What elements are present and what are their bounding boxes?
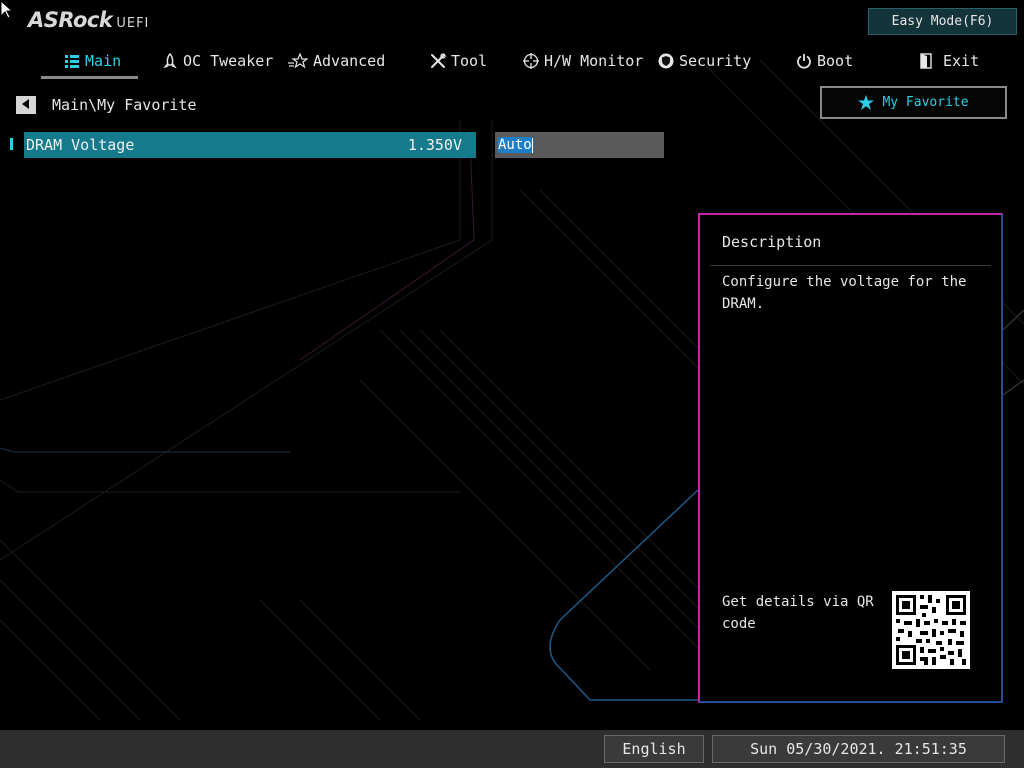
- description-text: Configure the voltage for the DRAM.: [722, 274, 967, 312]
- setting-row-dram-voltage[interactable]: DRAM Voltage 1.350V: [24, 132, 476, 158]
- star-icon: [858, 95, 875, 110]
- logo-uefi-text: UEFI: [116, 16, 150, 31]
- power-icon: [796, 53, 812, 69]
- tab-label: H/W Monitor: [544, 52, 644, 70]
- description-title: Description: [722, 233, 822, 251]
- my-favorite-label: My Favorite: [882, 95, 969, 110]
- asrock-logo: ASRock UEFI: [28, 8, 149, 36]
- shield-icon: [658, 53, 674, 69]
- tab-security[interactable]: Security: [658, 48, 751, 74]
- tab-exit[interactable]: Exit: [918, 48, 979, 74]
- input-selected-text: Auto: [498, 137, 532, 153]
- exit-door-icon: [918, 53, 934, 69]
- description-divider: [710, 265, 991, 266]
- tab-label: Boot: [817, 52, 854, 70]
- tab-label: Security: [679, 52, 752, 70]
- rocket-icon: [162, 53, 178, 69]
- language-button[interactable]: English: [604, 735, 704, 763]
- tab-label: Exit: [943, 52, 980, 70]
- datetime-display: Sun 05/30/2021. 21:51:35: [712, 735, 1005, 763]
- qr-hint-text: Get details via QR code: [722, 594, 874, 632]
- easy-mode-button[interactable]: Easy Mode(F6): [868, 8, 1017, 35]
- tab-oc-tweaker[interactable]: OC Tweaker: [162, 48, 273, 74]
- mouse-cursor: [0, 0, 14, 19]
- description-panel: Description Configure the voltage for th…: [698, 213, 1003, 703]
- tab-label: OC Tweaker: [183, 52, 274, 70]
- arrow-left-icon: [22, 97, 30, 113]
- setting-current-value: 1.350V: [407, 136, 462, 154]
- qr-code-icon: [892, 591, 970, 669]
- back-button[interactable]: [16, 96, 36, 114]
- tab-tool[interactable]: Tool: [430, 48, 487, 74]
- tab-label: Advanced: [313, 52, 386, 70]
- selected-row-marker: [10, 138, 13, 150]
- tab-label: Tool: [451, 52, 488, 70]
- tab-boot[interactable]: Boot: [796, 48, 853, 74]
- star-outline-icon: [288, 53, 308, 69]
- my-favorite-button[interactable]: My Favorite: [820, 86, 1007, 119]
- logo-brand-text: ASRock: [28, 8, 113, 32]
- tools-icon: [430, 53, 446, 69]
- active-tab-indicator: [41, 76, 138, 79]
- crosshair-icon: [523, 53, 539, 69]
- tab-advanced[interactable]: Advanced: [288, 48, 385, 74]
- tab-hw-monitor[interactable]: H/W Monitor: [523, 48, 643, 74]
- dram-voltage-input[interactable]: Auto: [495, 132, 664, 158]
- breadcrumb: Main\My Favorite: [52, 96, 197, 114]
- list-icon: [64, 53, 80, 69]
- tab-main[interactable]: Main: [64, 48, 121, 74]
- tab-label: Main: [85, 52, 122, 70]
- text-caret: [531, 137, 533, 153]
- setting-label: DRAM Voltage: [26, 136, 135, 154]
